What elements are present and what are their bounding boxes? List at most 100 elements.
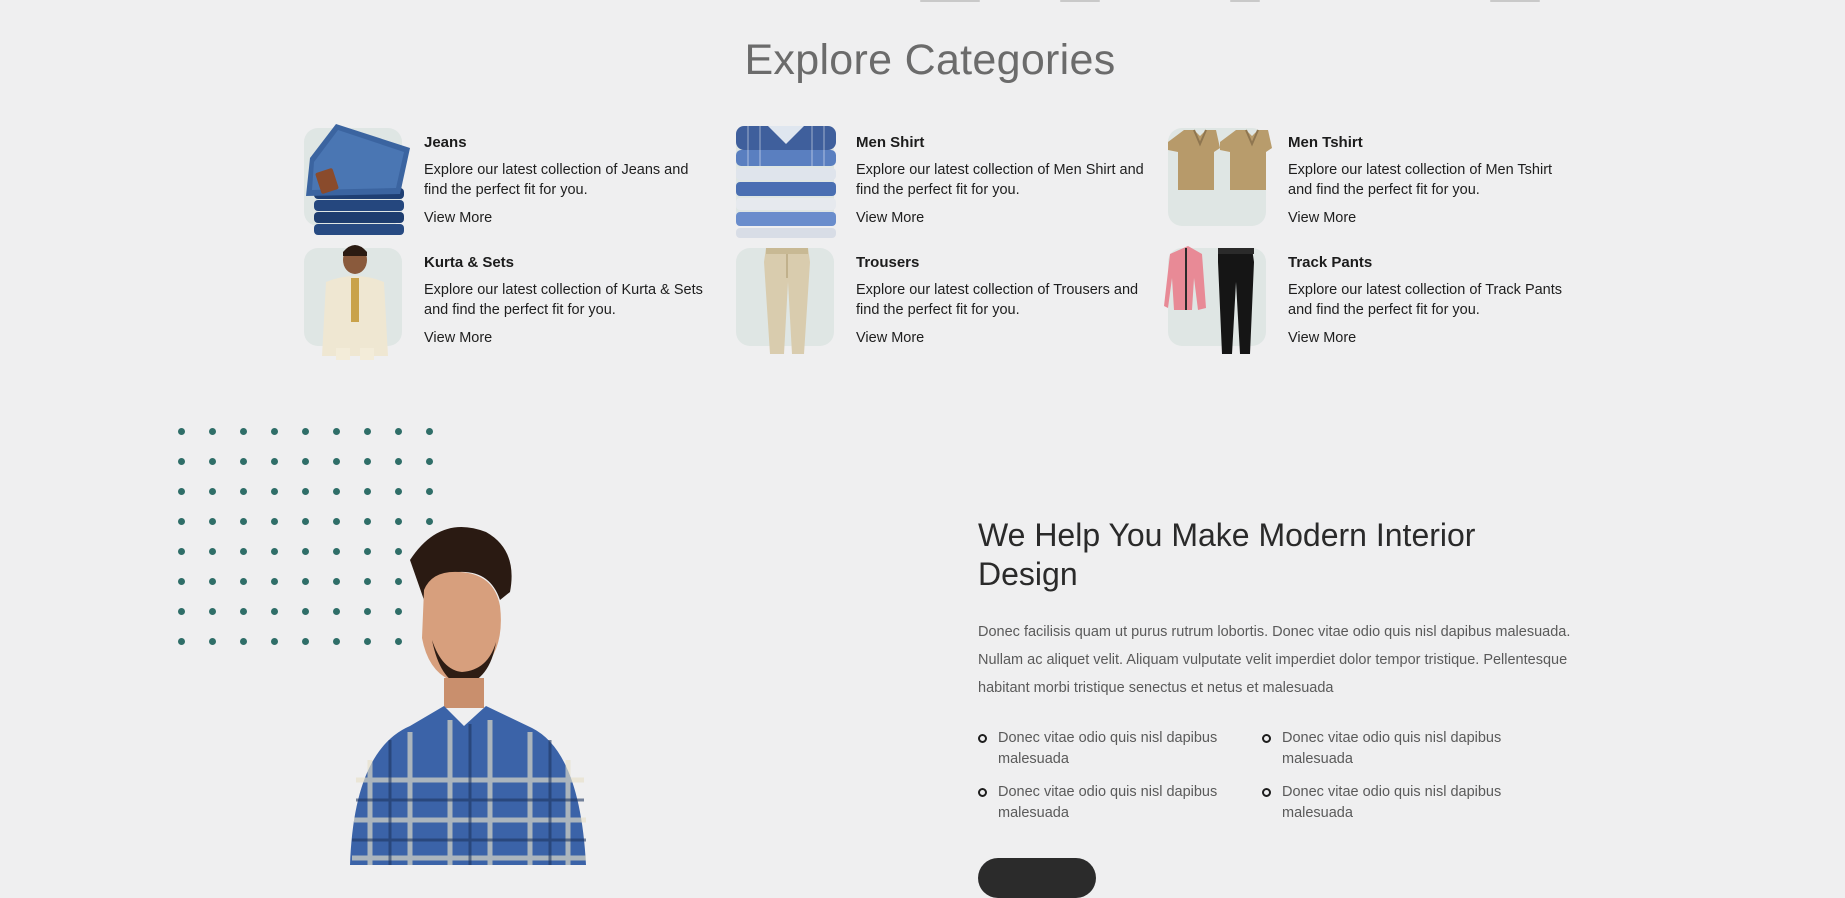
pattern-dot xyxy=(271,518,278,525)
pattern-dot xyxy=(178,638,185,645)
pattern-dot xyxy=(178,578,185,585)
category-name: Jeans xyxy=(424,134,467,151)
pattern-dot xyxy=(333,458,340,465)
pattern-dot xyxy=(240,488,247,495)
pattern-dot xyxy=(240,458,247,465)
pattern-dot xyxy=(240,638,247,645)
pattern-dot xyxy=(271,428,278,435)
category-name: Men Shirt xyxy=(856,134,925,151)
pattern-dot xyxy=(364,428,371,435)
category-name: Trousers xyxy=(856,254,920,271)
pattern-dot xyxy=(302,488,309,495)
section-title: Explore Categories xyxy=(744,36,1116,84)
pattern-dot xyxy=(426,458,433,465)
circle-bullet-icon xyxy=(978,788,987,797)
category-description: Explore our latest collection of Trouser… xyxy=(856,282,1139,318)
view-more-link[interactable]: View More xyxy=(1288,330,1356,346)
feature-list: Donec vitae odio quis nisl dapibus males… xyxy=(978,728,1578,828)
top-image-edge xyxy=(0,0,1845,4)
pattern-dot xyxy=(333,488,340,495)
category-card-men-tshirt[interactable]: Men Tshirt Explore our latest collection… xyxy=(1160,118,1580,230)
category-card-track-pants[interactable]: Track Pants Explore our latest collectio… xyxy=(1160,238,1580,354)
category-description: Explore our latest collection of Men Tsh… xyxy=(1288,162,1553,198)
pattern-dot xyxy=(178,488,185,495)
pattern-dot xyxy=(333,518,340,525)
pattern-dot xyxy=(271,578,278,585)
pattern-dot xyxy=(240,608,247,615)
pattern-dot xyxy=(240,518,247,525)
pattern-dot xyxy=(240,428,247,435)
pattern-dot xyxy=(209,458,216,465)
category-card-men-shirt[interactable]: Men Shirt Explore our latest collection … xyxy=(728,118,1148,238)
pattern-dot xyxy=(426,428,433,435)
jeans-image xyxy=(304,124,410,235)
tshirt-image xyxy=(1168,128,1272,226)
pattern-dot xyxy=(333,578,340,585)
pattern-dot xyxy=(302,638,309,645)
circle-bullet-icon xyxy=(978,734,987,743)
pattern-dot xyxy=(271,458,278,465)
pattern-dot xyxy=(395,428,402,435)
kurta-image xyxy=(304,245,402,360)
pattern-dot xyxy=(271,608,278,615)
view-more-link[interactable]: View More xyxy=(424,330,492,346)
feature-item: Donec vitae odio quis nisl dapibus males… xyxy=(1262,728,1552,770)
model-image xyxy=(340,520,660,865)
view-more-link[interactable]: View More xyxy=(424,210,492,226)
category-card-jeans[interactable]: Jeans Explore our latest collection of J… xyxy=(296,118,716,235)
pattern-dot xyxy=(271,638,278,645)
feature-item: Donec vitae odio quis nisl dapibus males… xyxy=(978,782,1268,824)
cta-button[interactable] xyxy=(978,858,1096,898)
feature-item: Donec vitae odio quis nisl dapibus males… xyxy=(1262,782,1552,824)
category-name: Men Tshirt xyxy=(1288,134,1363,151)
pattern-dot xyxy=(395,458,402,465)
category-description: Explore our latest collection of Kurta &… xyxy=(424,282,703,318)
pattern-dot xyxy=(271,488,278,495)
pattern-dot xyxy=(209,638,216,645)
pattern-dot xyxy=(178,608,185,615)
pattern-dot xyxy=(364,488,371,495)
feature-text: Donec vitae odio quis nisl dapibus males… xyxy=(1282,784,1502,821)
category-name: Kurta & Sets xyxy=(424,254,515,271)
pattern-dot xyxy=(209,548,216,555)
pattern-dot xyxy=(302,518,309,525)
pattern-dot xyxy=(302,608,309,615)
circle-bullet-icon xyxy=(1262,734,1271,743)
pattern-dot xyxy=(395,488,402,495)
pattern-dot xyxy=(333,608,340,615)
pattern-dot xyxy=(302,578,309,585)
pattern-dot xyxy=(240,578,247,585)
pattern-dot xyxy=(209,608,216,615)
category-description: Explore our latest collection of Jeans a… xyxy=(424,162,689,198)
feature-text: Donec vitae odio quis nisl dapibus males… xyxy=(1282,730,1502,767)
pattern-dot xyxy=(302,458,309,465)
pattern-dot xyxy=(333,638,340,645)
pattern-dot xyxy=(240,548,247,555)
pattern-dot xyxy=(209,518,216,525)
category-card-kurta-sets[interactable]: Kurta & Sets Explore our latest collecti… xyxy=(296,238,716,360)
feature-text: Donec vitae odio quis nisl dapibus males… xyxy=(998,730,1218,767)
circle-bullet-icon xyxy=(1262,788,1271,797)
pattern-dot xyxy=(209,488,216,495)
pattern-dot xyxy=(178,548,185,555)
category-card-trousers[interactable]: Trousers Explore our latest collection o… xyxy=(728,238,1148,354)
view-more-link[interactable]: View More xyxy=(1288,210,1356,226)
pattern-dot xyxy=(333,428,340,435)
pattern-dot xyxy=(178,428,185,435)
pattern-dot xyxy=(333,548,340,555)
pattern-dot xyxy=(209,428,216,435)
pattern-dot xyxy=(364,458,371,465)
view-more-link[interactable]: View More xyxy=(856,210,924,226)
help-section-text: Donec facilisis quam ut purus rutrum lob… xyxy=(978,624,1571,696)
category-description: Explore our latest collection of Track P… xyxy=(1288,282,1563,318)
feature-text: Donec vitae odio quis nisl dapibus males… xyxy=(998,784,1218,821)
category-name: Track Pants xyxy=(1288,254,1373,271)
view-more-link[interactable]: View More xyxy=(856,330,924,346)
feature-item: Donec vitae odio quis nisl dapibus males… xyxy=(978,728,1268,770)
pattern-dot xyxy=(302,548,309,555)
category-description: Explore our latest collection of Men Shi… xyxy=(856,162,1144,198)
pattern-dot xyxy=(426,488,433,495)
pattern-dot xyxy=(302,428,309,435)
pattern-dot xyxy=(271,548,278,555)
trousers-image xyxy=(736,248,834,354)
